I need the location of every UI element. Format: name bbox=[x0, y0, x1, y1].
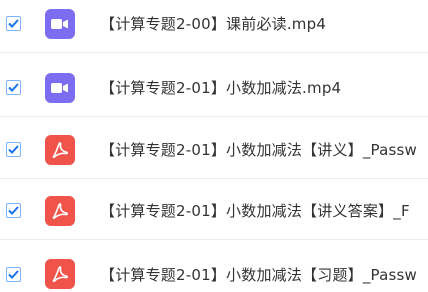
file-row[interactable]: 【计算专题2-01】小数加减法.mp4 bbox=[0, 59, 428, 117]
checkmark-icon bbox=[8, 269, 19, 279]
checkbox[interactable] bbox=[6, 142, 21, 157]
file-row[interactable]: 【计算专题2-01】小数加减法【习题】_Passw bbox=[0, 245, 428, 292]
file-name: 【计算专题2-01】小数加减法.mp4 bbox=[100, 79, 342, 97]
pdf-icon bbox=[45, 259, 75, 289]
video-icon bbox=[45, 72, 75, 103]
checkmark-icon bbox=[8, 83, 19, 92]
pdf-icon bbox=[45, 134, 75, 165]
checkmark-icon bbox=[8, 19, 19, 28]
file-row[interactable]: 【计算专题2-00】课前必读.mp4 bbox=[0, 0, 428, 53]
checkbox[interactable] bbox=[6, 80, 21, 95]
file-name: 【计算专题2-01】小数加减法【讲义答案】_F bbox=[100, 202, 410, 220]
checkmark-icon bbox=[8, 206, 19, 215]
checkbox[interactable] bbox=[6, 16, 21, 31]
file-name: 【计算专题2-01】小数加减法【习题】_Passw bbox=[100, 265, 418, 284]
pdf-icon bbox=[45, 195, 75, 226]
video-icon bbox=[45, 8, 75, 39]
file-list: 【计算专题2-00】课前必读.mp4 【计算专题2-01】小数加减法.mp4 【… bbox=[0, 0, 428, 292]
checkbox[interactable] bbox=[6, 266, 21, 282]
file-name: 【计算专题2-01】小数加减法【讲义】_Passw bbox=[100, 141, 418, 159]
checkbox[interactable] bbox=[6, 203, 21, 218]
file-name: 【计算专题2-00】课前必读.mp4 bbox=[100, 15, 327, 33]
checkmark-icon bbox=[8, 145, 19, 154]
file-row[interactable]: 【计算专题2-01】小数加减法【讲义】_Passw bbox=[0, 121, 428, 179]
file-row[interactable]: 【计算专题2-01】小数加减法【讲义答案】_F bbox=[0, 182, 428, 240]
